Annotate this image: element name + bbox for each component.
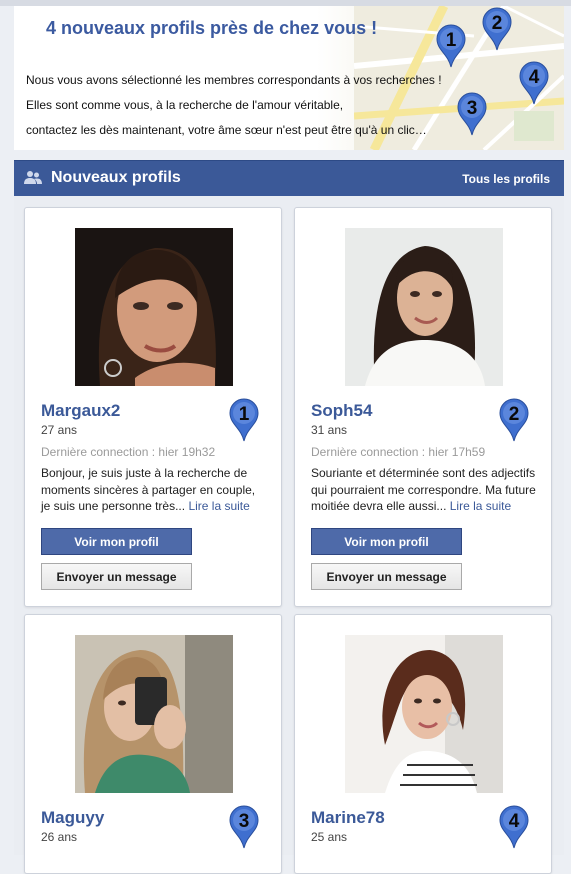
view-profile-button[interactable]: Voir mon profil <box>41 528 192 555</box>
profile-card: Marine78 25 ans 4 <box>294 614 552 874</box>
last-connection-label: Dernière connection : <box>41 445 156 459</box>
profile-age: 27 ans <box>41 423 78 437</box>
profile-description: Bonjour, je suis juste à la recherche de… <box>41 465 267 515</box>
profile-photo[interactable] <box>75 635 233 793</box>
profile-name[interactable]: Maguyy <box>41 808 104 828</box>
section-header: Nouveaux profils Tous les profils <box>14 160 564 196</box>
users-icon <box>24 171 42 184</box>
profile-name[interactable]: Marine78 <box>311 808 385 828</box>
last-connection-value: hier 17h59 <box>428 445 486 459</box>
profile-card: Maguyy 26 ans 3 <box>24 614 282 874</box>
last-connection: Dernière connection : hier 17h59 <box>311 445 485 459</box>
pin-number: 2 <box>492 13 503 34</box>
profile-photo[interactable] <box>75 228 233 386</box>
last-connection-value: hier 19h32 <box>158 445 216 459</box>
pin-number: 4 <box>509 811 520 832</box>
map-pin-icon: 4 <box>518 61 550 105</box>
hero-text-line: Elles sont comme vous, à la recherche de… <box>26 98 344 112</box>
profile-photo[interactable] <box>345 635 503 793</box>
all-profiles-link[interactable]: Tous les profils <box>462 172 550 186</box>
profile-name[interactable]: Margaux2 <box>41 401 120 421</box>
last-connection-label: Dernière connection : <box>311 445 426 459</box>
read-more-link[interactable]: Lire la suite <box>450 499 511 513</box>
pin-number: 3 <box>239 811 250 832</box>
section-title: Nouveaux profils <box>51 169 181 186</box>
send-message-button[interactable]: Envoyer un message <box>41 563 192 590</box>
read-more-link[interactable]: Lire la suite <box>188 499 249 513</box>
pin-number: 4 <box>529 67 540 88</box>
map-pin-icon: 1 <box>435 24 467 68</box>
map-pin-icon: 4 <box>498 805 530 849</box>
hero-text-line: contactez les dès maintenant, votre âme … <box>26 123 427 137</box>
hero-banner: 4 nouveaux profils près de chez vous ! N… <box>14 6 564 150</box>
send-message-button[interactable]: Envoyer un message <box>311 563 462 590</box>
map-pin-icon: 2 <box>498 398 530 442</box>
map-pin-icon: 2 <box>481 7 513 51</box>
profile-age: 25 ans <box>311 830 348 844</box>
map-pin-icon: 1 <box>228 398 260 442</box>
last-connection: Dernière connection : hier 19h32 <box>41 445 215 459</box>
pin-number: 3 <box>467 98 478 119</box>
profile-card: Soph54 31 ans Dernière connection : hier… <box>294 207 552 607</box>
profile-card: Margaux2 27 ans Dernière connection : hi… <box>24 207 282 607</box>
hero-title: 4 nouveaux profils près de chez vous ! <box>46 18 378 38</box>
pin-number: 1 <box>239 404 250 425</box>
hero-text-line: Nous vous avons sélectionné les membres … <box>26 73 442 87</box>
profile-description: Souriante et déterminée sont des adjecti… <box>311 465 537 515</box>
profile-name[interactable]: Soph54 <box>311 401 372 421</box>
profile-age: 26 ans <box>41 830 78 844</box>
map-pin-icon: 3 <box>456 92 488 136</box>
pin-number: 1 <box>446 30 457 51</box>
profile-age: 31 ans <box>311 423 348 437</box>
map-pin-icon: 3 <box>228 805 260 849</box>
profile-photo[interactable] <box>345 228 503 386</box>
view-profile-button[interactable]: Voir mon profil <box>311 528 462 555</box>
pin-number: 2 <box>509 404 520 425</box>
